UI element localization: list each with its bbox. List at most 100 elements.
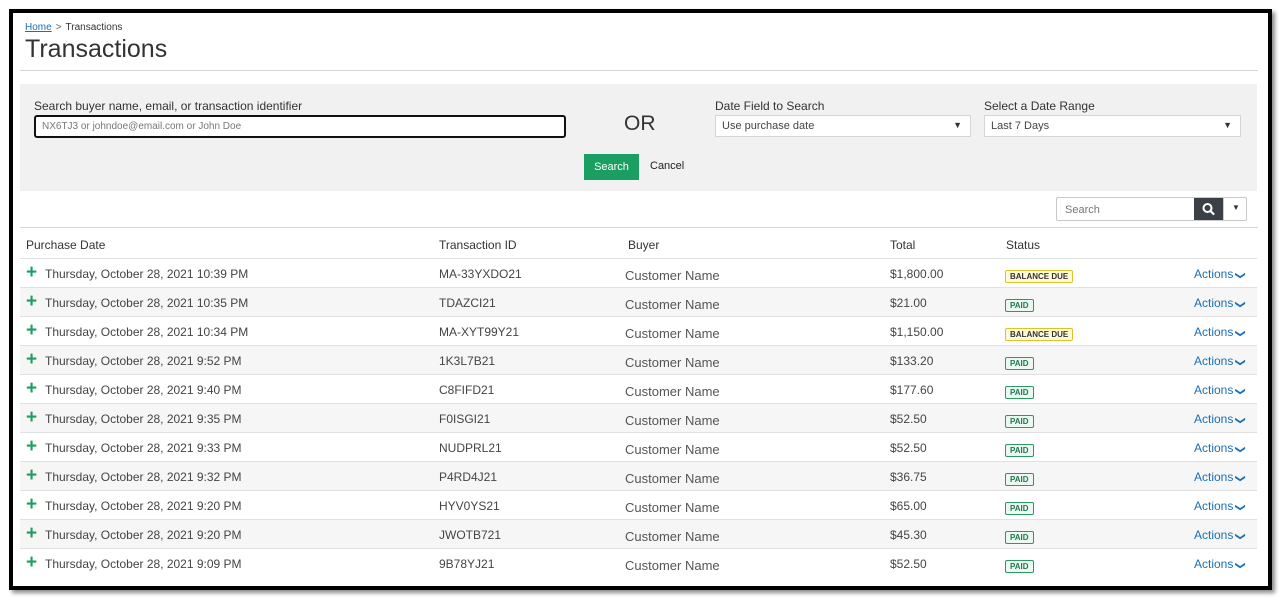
column-header-buyer[interactable]: Buyer [628, 238, 659, 252]
table-search-dropdown[interactable]: ▼ [1223, 198, 1247, 220]
purchase-date-cell: Thursday, October 28, 2021 9:20 PM [45, 528, 242, 542]
actions-dropdown[interactable]: Actions ❯ [1194, 412, 1246, 426]
actions-label: Actions [1194, 528, 1234, 542]
column-header-purchase-date[interactable]: Purchase Date [26, 238, 105, 252]
transaction-id-cell: F0ISGI21 [439, 412, 491, 426]
chevron-down-icon: ❯ [1235, 271, 1247, 280]
expand-plus-icon[interactable]: + [26, 494, 37, 516]
actions-dropdown[interactable]: Actions ❯ [1194, 557, 1247, 571]
buyer-cell: Customer Name [625, 355, 720, 370]
column-header-status[interactable]: Status [1006, 238, 1040, 252]
transaction-id-cell: 9B78YJ21 [439, 557, 495, 571]
date-range-label: Select a Date Range [984, 99, 1095, 113]
chevron-down-icon: ❯ [1235, 300, 1247, 309]
table-row: + Thursday, October 28, 2021 9:35 PM F0I… [20, 403, 1257, 433]
column-header-transaction-id[interactable]: Transaction ID [439, 238, 517, 252]
chevron-down-icon: ❯ [1235, 387, 1247, 396]
table-row: + Thursday, October 28, 2021 10:35 PM TD… [20, 287, 1257, 317]
actions-dropdown[interactable]: Actions ❯ [1194, 470, 1246, 484]
column-header-total[interactable]: Total [890, 238, 915, 252]
buyer-cell: Customer Name [625, 529, 720, 544]
table-search-input[interactable]: Search [1065, 204, 1100, 216]
table-row: + Thursday, October 28, 2021 9:32 PM P4R… [20, 461, 1257, 491]
table-search-box: Search ▼ [1056, 197, 1247, 221]
search-button[interactable]: Search [584, 154, 639, 180]
expand-plus-icon[interactable]: + [26, 523, 37, 545]
status-badge: PAID [1005, 386, 1034, 399]
status-badge: PAID [1005, 473, 1034, 486]
table-row: + Thursday, October 28, 2021 9:20 PM JWO… [20, 519, 1257, 549]
status-badge: PAID [1005, 531, 1034, 544]
expand-plus-icon[interactable]: + [26, 407, 37, 429]
page-title: Transactions [25, 35, 168, 63]
actions-dropdown[interactable]: Actions ❯ [1194, 528, 1247, 542]
purchase-date-cell: Thursday, October 28, 2021 9:20 PM [45, 499, 242, 513]
expand-plus-icon[interactable]: + [26, 378, 37, 400]
total-cell: $52.50 [890, 557, 927, 571]
expand-plus-icon[interactable]: + [26, 436, 37, 458]
date-range-select[interactable]: Last 7 Days ▼ [984, 115, 1241, 137]
actions-dropdown[interactable]: Actions ❯ [1194, 325, 1246, 339]
purchase-date-cell: Thursday, October 28, 2021 10:39 PM [45, 267, 249, 281]
buyer-cell: Customer Name [625, 268, 720, 283]
buyer-cell: Customer Name [625, 500, 720, 515]
status-badge: PAID [1005, 502, 1034, 515]
breadcrumb-current: Transactions [65, 22, 123, 33]
search-icon-button[interactable] [1194, 198, 1223, 220]
breadcrumb-home-link[interactable]: Home [25, 22, 52, 33]
breadcrumb: Home > Transactions [25, 22, 122, 33]
table-row: + Thursday, October 28, 2021 9:52 PM 1K3… [20, 345, 1257, 375]
actions-dropdown[interactable]: Actions ❯ [1194, 296, 1247, 310]
table-row: + Thursday, October 28, 2021 9:20 PM HYV… [20, 490, 1257, 520]
expand-plus-icon[interactable]: + [26, 291, 37, 313]
purchase-date-cell: Thursday, October 28, 2021 10:35 PM [45, 296, 249, 310]
table-row: + Thursday, October 28, 2021 9:33 PM NUD… [20, 432, 1257, 462]
chevron-down-icon: ❯ [1235, 358, 1247, 367]
actions-dropdown[interactable]: Actions ❯ [1194, 267, 1247, 281]
actions-label: Actions [1194, 383, 1234, 397]
actions-label: Actions [1194, 412, 1234, 426]
transaction-id-cell: NUDPRL21 [439, 441, 502, 455]
or-divider-text: OR [624, 112, 656, 135]
buyer-cell: Customer Name [625, 413, 720, 428]
status-badge: PAID [1005, 444, 1034, 457]
chevron-down-icon: ❯ [1235, 561, 1247, 570]
total-cell: $65.00 [890, 499, 927, 513]
actions-label: Actions [1194, 267, 1234, 281]
date-field-select[interactable]: Use purchase date ▼ [715, 115, 971, 137]
expand-plus-icon[interactable]: + [26, 465, 37, 487]
table-row: + Thursday, October 28, 2021 9:40 PM C8F… [20, 374, 1257, 404]
total-cell: $52.50 [890, 412, 927, 426]
search-icon [1202, 203, 1215, 216]
status-badge: BALANCE DUE [1005, 328, 1074, 341]
transaction-id-cell: P4RD4J21 [439, 470, 498, 484]
table-row: + Thursday, October 28, 2021 10:39 PM MA… [20, 258, 1257, 288]
breadcrumb-separator: > [55, 22, 62, 33]
transaction-id-cell: MA-XYT99Y21 [439, 325, 520, 339]
expand-plus-icon[interactable]: + [26, 320, 37, 342]
buyer-cell: Customer Name [625, 297, 720, 312]
actions-dropdown[interactable]: Actions ❯ [1194, 441, 1246, 455]
actions-dropdown[interactable]: Actions ❯ [1194, 354, 1247, 368]
total-cell: $45.30 [890, 528, 927, 542]
transactions-page: Home > Transactions Transactions Search bu… [9, 9, 1272, 590]
buyer-search-input[interactable] [34, 115, 566, 138]
expand-plus-icon[interactable]: + [26, 262, 37, 284]
transaction-id-cell: 1K3L7B21 [439, 354, 496, 368]
caret-down-icon: ▼ [1223, 120, 1232, 130]
purchase-date-cell: Thursday, October 28, 2021 9:40 PM [45, 383, 242, 397]
total-cell: $133.20 [890, 354, 934, 368]
date-range-value: Last 7 Days [991, 120, 1050, 132]
actions-dropdown[interactable]: Actions ❯ [1194, 383, 1247, 397]
expand-plus-icon[interactable]: + [26, 349, 37, 371]
actions-dropdown[interactable]: Actions ❯ [1194, 499, 1246, 513]
transaction-id-cell: C8FIFD21 [439, 383, 495, 397]
status-badge: PAID [1005, 415, 1034, 428]
chevron-down-icon: ❯ [1235, 532, 1247, 541]
buyer-cell: Customer Name [625, 442, 720, 457]
transaction-id-cell: HYV0YS21 [439, 499, 500, 513]
cancel-button[interactable]: Cancel [650, 160, 684, 172]
expand-plus-icon[interactable]: + [26, 552, 37, 574]
total-cell: $1,150.00 [890, 325, 944, 339]
table-row: + Thursday, October 28, 2021 10:34 PM MA… [20, 316, 1257, 346]
